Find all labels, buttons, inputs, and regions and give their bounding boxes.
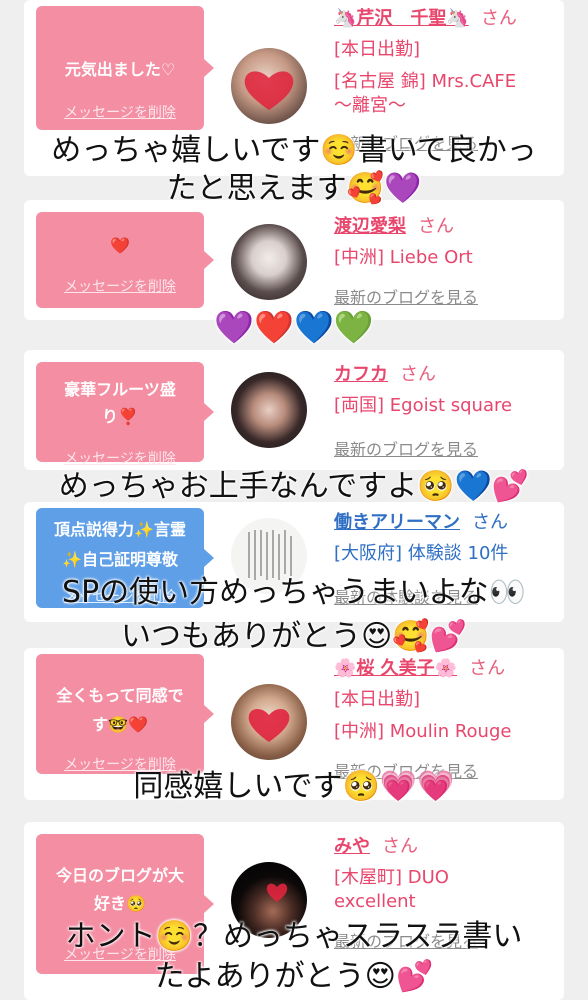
message-bubble: 豪華フルーツ盛 り❣️ メッセージを削除 — [36, 362, 214, 467]
avatar[interactable] — [231, 224, 307, 300]
caption-overlay: SPの使い方めっちゃうまいよな👀 — [62, 575, 526, 610]
latest-blog-link[interactable]: 最新のブログを見る — [334, 284, 559, 308]
heart-sticker-icon — [244, 71, 294, 110]
caption-overlay: めっちゃお上手なんですよ🥺💙💕 — [58, 469, 530, 504]
delete-message-link[interactable]: メッセージを削除 — [36, 448, 204, 468]
delete-message-link[interactable]: メッセージを削除 — [36, 102, 204, 122]
review-count-text: [大阪府] 体験談 10件 — [334, 543, 509, 564]
shop-text: [両国] Egoist square — [334, 395, 513, 416]
message-card: 豪華フルーツ盛 り❣️ メッセージを削除 カフカ さん [両国] Egoist s… — [24, 350, 564, 470]
profile-name-link[interactable]: 🦄芹沢 千聖🦄 — [334, 8, 469, 29]
message-text-line1: 今日のブログが大 — [55, 866, 184, 885]
honorific: さん — [472, 512, 508, 533]
profile-name-link[interactable]: 渡辺愛梨 — [334, 216, 406, 237]
message-text-line2: す🤓❤️ — [92, 715, 148, 734]
status-text: [本日出勤] — [334, 689, 421, 710]
caption-overlay: いつもありがとう😍🥰💕 — [121, 619, 467, 654]
message-text-line1: 豪華フルーツ盛 — [64, 380, 176, 399]
honorific: さん — [480, 8, 517, 29]
shop-text: [木屋町] DUO — [334, 867, 449, 888]
message-text-line1: 頂点説得力✨言霊 — [54, 520, 186, 539]
honorific: さん — [382, 836, 418, 857]
avatar[interactable] — [231, 48, 307, 124]
message-text: ❤️ — [110, 236, 130, 255]
honorific: さん — [469, 658, 506, 679]
caption-overlay: たよありがとう😍💕 — [154, 959, 434, 994]
message-text-line2: 好き🥺 — [94, 894, 146, 913]
message-text-line2: り❣️ — [102, 407, 138, 426]
message-bubble: ❤️ メッセージを削除 — [36, 212, 214, 308]
delete-message-link[interactable]: メッセージを削除 — [36, 276, 204, 296]
profile-name-link[interactable]: カフカ — [334, 364, 388, 385]
avatar[interactable] — [231, 372, 307, 448]
message-text-line2: ✨自己証明尊敬 — [62, 550, 178, 569]
shop-text-cont: excellent — [334, 891, 416, 912]
heart-sticker-icon — [248, 708, 290, 742]
caption-overlay: 同感嬉しいです🥺💗💗 — [133, 769, 455, 804]
profile-info: 🌸桜 久美子🌸 さん [本日出勤] [中洲] Moulin Rouge 最新のブロ… — [334, 658, 559, 782]
profile-name-link[interactable]: みや — [334, 836, 370, 857]
message-bubble: 元気出ました♡ メッセージを削除 — [36, 6, 214, 130]
caption-overlay: めっちゃ嬉しいです☺️書いて良かっ — [51, 133, 537, 168]
shop-text: [名古屋 錦] Mrs.CAFE — [334, 71, 517, 92]
profile-name-link[interactable]: 🌸桜 久美子🌸 — [334, 658, 457, 679]
caption-overlay: ホント☺️？めっちゃスラスラ書い — [65, 919, 523, 954]
emoji-hearts-overlay: 💜❤️💙💚 — [214, 308, 374, 346]
message-card: ❤️ メッセージを削除 渡辺愛梨 さん [中洲] Liebe Ort 最新のブログ… — [24, 200, 564, 320]
profile-name-link[interactable]: 働きアリーマン — [334, 512, 460, 533]
status-text: [本日出勤] — [334, 39, 421, 60]
profile-info: 渡辺愛梨 さん [中洲] Liebe Ort 最新のブログを見る — [334, 216, 559, 308]
honorific: さん — [400, 364, 436, 385]
message-bubble: 全くもって同感で す🤓❤️ メッセージを削除 — [36, 654, 214, 774]
shop-text-cont: 〜離宮〜 — [334, 95, 406, 116]
shop-text: [中洲] Moulin Rouge — [334, 721, 512, 742]
honorific: さん — [418, 216, 454, 237]
caption-overlay: たと思えます🥰💜 — [166, 171, 422, 206]
shop-text: [中洲] Liebe Ort — [334, 247, 473, 268]
message-text-line1: 全くもって同感で — [56, 686, 184, 705]
avatar[interactable] — [231, 684, 307, 760]
latest-blog-link[interactable]: 最新のブログを見る — [334, 436, 559, 460]
message-text: 元気出ました♡ — [64, 60, 176, 79]
profile-info: カフカ さん [両国] Egoist square 最新のブログを見る — [334, 364, 559, 460]
